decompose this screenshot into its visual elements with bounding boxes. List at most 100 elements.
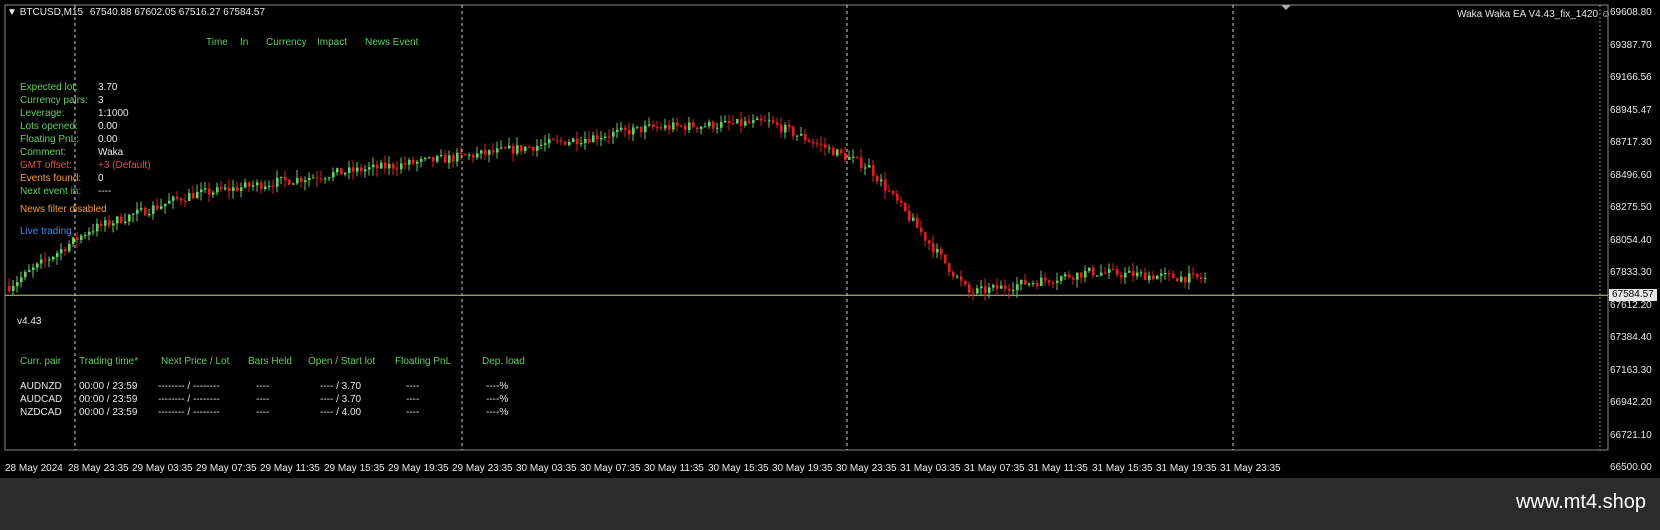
floating-pnl-label: Floating PnL: — [20, 134, 79, 145]
candle-body — [432, 156, 435, 162]
candle-body — [316, 177, 319, 179]
candle-body — [872, 165, 875, 176]
candle-body — [312, 177, 315, 179]
candle-body — [900, 200, 903, 203]
symbol-header[interactable]: ▼ BTCUSD,M15 67540.88 67602.05 67516.27 … — [7, 7, 265, 19]
candle-body — [744, 121, 747, 126]
candle-body — [1000, 285, 1003, 289]
candle-body — [1068, 274, 1071, 278]
row-dep-load: ----% — [486, 394, 509, 405]
candle-body — [424, 157, 427, 159]
candle-body — [1140, 272, 1143, 274]
current-price-label: 67584.57 — [1609, 289, 1657, 302]
floating-pnl-value: 0.00 — [98, 134, 118, 145]
candle-body — [416, 161, 419, 164]
comment-value: Waka — [98, 147, 124, 158]
candle-body — [116, 216, 119, 224]
candle-body — [260, 182, 263, 189]
ea-version: v4.43 — [17, 316, 42, 327]
candle-body — [908, 210, 911, 221]
candle-body — [1072, 277, 1075, 280]
candle-body — [184, 200, 187, 202]
candle-body — [772, 120, 775, 123]
candle-body — [840, 149, 843, 153]
row-next-price: -------- / -------- — [158, 407, 220, 418]
candle-body — [788, 124, 791, 128]
candle-body — [580, 143, 583, 145]
candle-body — [124, 221, 127, 224]
candle-body — [488, 150, 491, 155]
candle-body — [1112, 269, 1115, 271]
chart-canvas[interactable] — [0, 0, 1660, 478]
candle-body — [1052, 282, 1055, 284]
candle-body — [1172, 273, 1175, 279]
time-tick-label: 30 May 03:35 — [516, 463, 577, 474]
candle-body — [164, 203, 167, 207]
candle-body — [1004, 285, 1007, 289]
news-col-in: In — [240, 37, 249, 48]
candle-body — [264, 186, 267, 189]
candle-body — [304, 180, 307, 182]
candle-body — [1040, 277, 1043, 286]
candle-body — [224, 187, 227, 190]
candle-body — [296, 177, 299, 184]
candle-body — [428, 156, 431, 158]
candle-body — [904, 202, 907, 211]
row-dep-load: ----% — [486, 407, 509, 418]
candle-body — [324, 178, 327, 180]
time-tick-label: 28 May 23:35 — [68, 463, 129, 474]
candle-body — [56, 253, 59, 257]
candle-body — [940, 248, 943, 255]
chevron-down-icon[interactable]: ▼ — [7, 7, 17, 18]
row-open-lot: ---- / 3.70 — [320, 381, 362, 392]
time-tick-label: 29 May 11:35 — [260, 463, 320, 474]
time-tick-label: 31 May 23:35 — [1220, 463, 1281, 474]
candle-body — [732, 123, 735, 125]
row-pair: NZDCAD — [20, 407, 62, 418]
candle-body — [932, 243, 935, 253]
candle-body — [532, 147, 535, 151]
candle-body — [608, 136, 611, 138]
candle-body — [716, 127, 719, 129]
candle-body — [1104, 272, 1107, 274]
candle-body — [156, 205, 159, 209]
candle-body — [1084, 270, 1087, 278]
candle-body — [796, 135, 799, 137]
candle-body — [460, 152, 463, 155]
candle-body — [1100, 272, 1103, 276]
footer-url[interactable]: www.mt4.shop — [1516, 491, 1646, 514]
candle-body — [36, 263, 39, 268]
candle-body — [648, 124, 651, 126]
table-header-trading-time: Trading time* — [79, 356, 139, 367]
candle-body — [832, 147, 835, 156]
candle-body — [688, 122, 691, 131]
candle-body — [280, 176, 283, 178]
lots-opened-value: 0.00 — [98, 121, 118, 132]
candle-body — [896, 193, 899, 201]
candle-body — [804, 133, 807, 141]
candle-body — [120, 216, 123, 224]
candle-body — [1148, 275, 1151, 281]
candle-body — [192, 193, 195, 199]
ea-name: Waka Waka EA V4.43_fix_1420 — [1457, 9, 1599, 20]
candle-body — [408, 159, 411, 165]
price-tick-label: 67833.30 — [1610, 267, 1652, 278]
candle-body — [16, 282, 19, 287]
candle-body — [420, 158, 423, 162]
time-tick-label: 30 May 07:35 — [580, 463, 641, 474]
candle-body — [228, 187, 231, 191]
table-header-dep-load: Dep. load — [482, 356, 525, 367]
candle-body — [808, 140, 811, 143]
candle-body — [860, 157, 863, 169]
candle-body — [864, 167, 867, 169]
events-found-label: Events found: — [20, 173, 82, 184]
candle-body — [92, 231, 95, 233]
price-tick-label: 68717.30 — [1610, 137, 1652, 148]
row-open-lot: ---- / 3.70 — [320, 394, 362, 405]
candle-body — [944, 254, 947, 264]
candle-body — [816, 143, 819, 145]
time-tick-label: 29 May 23:35 — [452, 463, 513, 474]
candle-body — [632, 127, 635, 135]
chart-window[interactable]: ▼ BTCUSD,M15 67540.88 67602.05 67516.27 … — [0, 0, 1660, 478]
news-filter-status: News filter disabled — [20, 204, 107, 215]
